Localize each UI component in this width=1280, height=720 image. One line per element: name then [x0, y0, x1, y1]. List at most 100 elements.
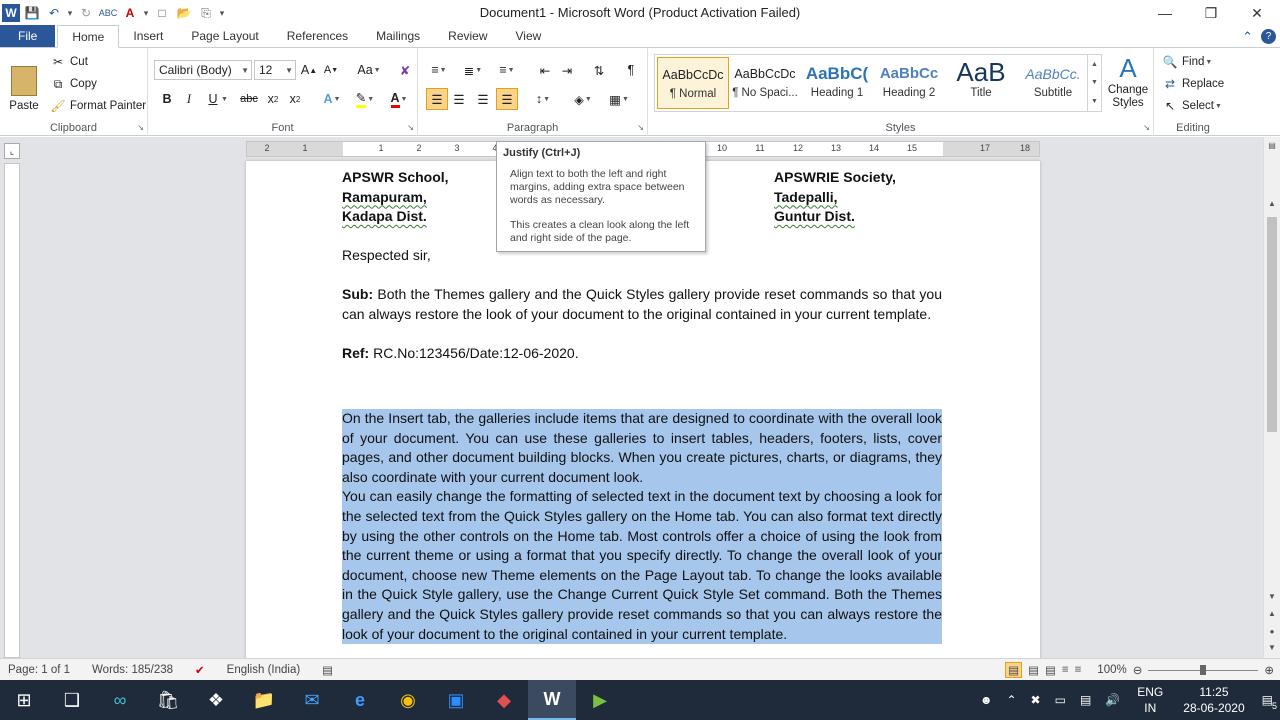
cut-button[interactable]: ✂ Cut	[50, 54, 88, 70]
change-styles-button[interactable]: A Change Styles	[1106, 52, 1150, 116]
outline-icon[interactable]: ≡	[1062, 664, 1069, 676]
font-name-combo[interactable]: Calibri (Body) ▼	[154, 60, 252, 80]
proofing-icon[interactable]: ✔	[195, 663, 205, 677]
clock[interactable]: 11:25 28-06-2020	[1183, 684, 1244, 716]
strikethrough-button[interactable]: abc	[238, 88, 260, 110]
select-button[interactable]: ↖ Select ▼	[1162, 98, 1222, 114]
selected-text-block[interactable]: On the Insert tab, the galleries include…	[342, 409, 942, 645]
font-color-dropdown-icon[interactable]: ▾	[142, 8, 150, 19]
restore-button[interactable]: ❐	[1188, 0, 1234, 26]
center-button[interactable]: ☰	[448, 88, 470, 110]
decrease-indent-button[interactable]: ⇤	[534, 59, 556, 81]
ruler-toggle-icon[interactable]: ▤	[1264, 141, 1280, 150]
justify-button[interactable]: ☰	[496, 88, 518, 110]
undo-icon[interactable]: ↶	[44, 3, 64, 23]
scrollbar-thumb[interactable]	[1267, 217, 1277, 432]
no-sound-icon[interactable]: ✖	[1031, 693, 1041, 707]
highlight-color-button[interactable]: ✎ ▼	[350, 88, 380, 110]
style-title[interactable]: AaB Title	[945, 57, 1017, 109]
print-layout-icon[interactable]: ▤	[1005, 662, 1023, 678]
underline-dropdown-icon[interactable]: ▼	[218, 88, 230, 110]
clear-formatting-button[interactable]: ✘	[394, 59, 416, 81]
zoom-slider-knob[interactable]	[1200, 664, 1207, 675]
tab-insert[interactable]: Insert	[119, 25, 177, 47]
draft-icon[interactable]: ≡	[1075, 664, 1082, 676]
file-explorer-icon[interactable]: 📁	[240, 680, 288, 720]
tab-selector-icon[interactable]: ⌞	[4, 143, 20, 159]
edge-icon[interactable]: e	[336, 680, 384, 720]
font-size-combo[interactable]: 12 ▼	[254, 60, 296, 80]
task-view-icon[interactable]: ❑	[48, 680, 96, 720]
page-count[interactable]: Page: 1 of 1	[8, 664, 70, 676]
align-right-button[interactable]: ☰	[472, 88, 494, 110]
grow-font-button[interactable]: A ▲	[298, 59, 320, 81]
tab-home[interactable]: Home	[57, 25, 120, 48]
bullets-button[interactable]: ≡ ▼	[424, 59, 454, 81]
minimize-ribbon-icon[interactable]: ⌃	[1242, 29, 1253, 45]
new-document-icon[interactable]: □	[152, 3, 172, 23]
format-painter-button[interactable]: 🖌 Format Painter	[50, 98, 146, 114]
vertical-ruler[interactable]	[4, 163, 20, 658]
borders-button[interactable]: ▦ ▼	[604, 88, 634, 110]
chrome-icon[interactable]: ◉	[384, 680, 432, 720]
tab-page-layout[interactable]: Page Layout	[177, 25, 272, 47]
input-language[interactable]: ENG IN	[1137, 684, 1163, 716]
minimize-button[interactable]: —	[1142, 0, 1188, 26]
scroll-down-icon[interactable]: ▼	[1264, 592, 1280, 601]
repeat-icon[interactable]: ↻	[76, 3, 96, 23]
font-launcher-icon[interactable]: ↘	[407, 123, 414, 132]
open-folder-icon[interactable]: 📂	[174, 3, 194, 23]
language-indicator[interactable]: English (India)	[227, 664, 301, 676]
paste-button[interactable]: Paste	[6, 52, 42, 112]
people-icon[interactable]: ☻	[980, 693, 993, 707]
style-normal[interactable]: AaBbCcDc ¶ Normal	[657, 57, 729, 109]
previous-page-icon[interactable]: ▲	[1264, 609, 1280, 618]
find-button[interactable]: 🔍 Find ▼	[1162, 54, 1213, 70]
save-icon[interactable]: 💾	[22, 3, 42, 23]
chevron-up-icon[interactable]: ▲	[1091, 61, 1098, 68]
next-page-icon[interactable]: ▼	[1264, 643, 1280, 652]
network-icon[interactable]: ▤	[1080, 693, 1091, 707]
windows-start-icon[interactable]: ⊞	[0, 680, 48, 720]
zoom-in-icon[interactable]: ⊕	[1264, 663, 1274, 677]
tab-mailings[interactable]: Mailings	[362, 25, 434, 47]
volume-icon[interactable]: 🔊	[1105, 693, 1120, 707]
clipboard-launcher-icon[interactable]: ↘	[137, 123, 144, 132]
scroll-up-icon[interactable]: ▲	[1264, 199, 1280, 208]
style-heading-2[interactable]: AaBbCc Heading 2	[873, 57, 945, 109]
word-count[interactable]: Words: 185/238	[92, 664, 173, 676]
increase-indent-button[interactable]: ⇥	[556, 59, 578, 81]
superscript-button[interactable]: x2	[284, 88, 306, 110]
styles-launcher-icon[interactable]: ↘	[1143, 123, 1150, 132]
tab-references[interactable]: References	[273, 25, 362, 47]
style-no-spacing[interactable]: AaBbCcDc ¶ No Spaci...	[729, 57, 801, 109]
close-button[interactable]: ✕	[1234, 0, 1280, 26]
infinity-app-icon[interactable]: ∞	[96, 680, 144, 720]
show-hidden-icons-icon[interactable]: ⌃	[1006, 693, 1016, 707]
undo-dropdown-icon[interactable]: ▾	[66, 8, 74, 19]
zoom-level[interactable]: 100%	[1097, 664, 1126, 676]
vertical-scrollbar[interactable]: ▤ ▲ ▼ ▲ ● ▼	[1263, 137, 1280, 658]
show-hide-button[interactable]: ¶	[620, 59, 642, 81]
word-taskbar-icon[interactable]: W	[528, 680, 576, 720]
bold-button[interactable]: B	[156, 88, 178, 110]
font-color-icon[interactable]: A	[120, 3, 140, 23]
align-left-button[interactable]: ☰	[426, 88, 448, 110]
tab-view[interactable]: View	[502, 25, 556, 47]
more-styles-icon[interactable]: ▼	[1091, 98, 1098, 105]
battery-icon[interactable]: ▭	[1055, 693, 1066, 707]
mail-icon[interactable]: ✉	[288, 680, 336, 720]
spelling-icon[interactable]: ABC	[98, 3, 118, 23]
full-screen-reading-icon[interactable]: ▤	[1028, 663, 1039, 677]
numbering-button[interactable]: ≣ ▼	[458, 59, 488, 81]
style-subtitle[interactable]: AaBbCc. Subtitle	[1017, 57, 1089, 109]
line-spacing-button[interactable]: ↕ ▼	[528, 88, 558, 110]
word-app-icon[interactable]: W	[2, 4, 20, 22]
macro-record-icon[interactable]: ▤	[322, 663, 333, 677]
tab-review[interactable]: Review	[434, 25, 501, 47]
multilevel-list-button[interactable]: ≡ ▼	[492, 59, 522, 81]
quick-print-icon[interactable]: ⎘	[196, 3, 216, 23]
zoom-app-icon[interactable]: ▣	[432, 680, 480, 720]
copy-button[interactable]: ⧉ Copy	[50, 76, 97, 92]
change-case-button[interactable]: Aa ▼	[354, 59, 384, 81]
